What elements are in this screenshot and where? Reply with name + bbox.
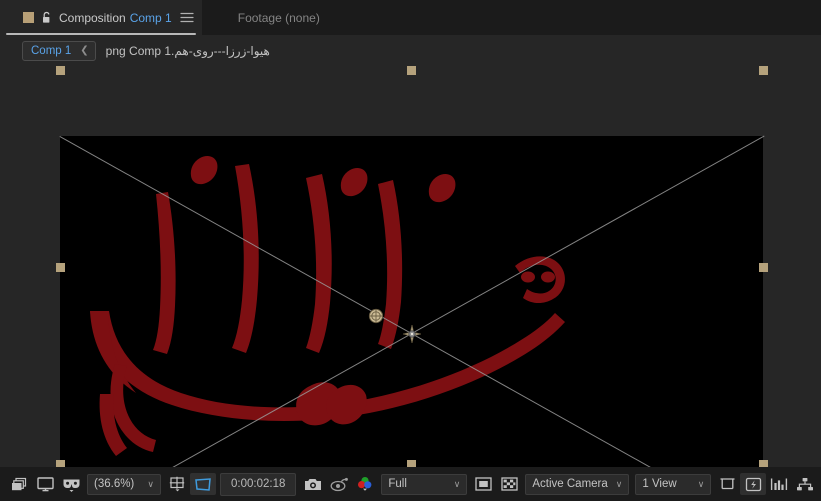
hamburger-menu-icon[interactable] xyxy=(180,12,194,24)
breadcrumb: Comp 1 ❮ هیوا-زرزا---روی-هم.png Comp 1 xyxy=(0,35,821,66)
toggle-mask-paths-icon[interactable] xyxy=(496,473,522,495)
resolution-value: Full xyxy=(388,478,407,490)
breadcrumb-path: هیوا-زرزا---روی-هم.png Comp 1 xyxy=(105,43,270,58)
lock-icon[interactable] xyxy=(41,11,52,25)
chevron-down-icon: ∨ xyxy=(453,478,461,489)
chevron-down-icon: ∨ xyxy=(147,478,154,489)
tab-label: Composition Comp 1 xyxy=(59,11,172,25)
stereo-3d-glasses-icon[interactable] xyxy=(58,473,84,495)
toggle-transparency-grid-icon[interactable] xyxy=(470,473,496,495)
after-effects-composition-panel: close-x-icon CompositionComp 1 Footage (… xyxy=(0,0,821,501)
selection-handle-middle-right[interactable] xyxy=(759,263,768,272)
tab-comp-name: Comp 1 xyxy=(129,10,172,25)
magnification-dropdown[interactable]: (36.6%) ∨ xyxy=(87,473,161,495)
footage-tab-value: (none) xyxy=(285,10,320,25)
view-layout-dropdown[interactable]: 1 View ∨ xyxy=(635,473,712,495)
resolution-dropdown[interactable]: Full ∨ xyxy=(381,473,468,495)
composition-viewer[interactable] xyxy=(0,66,821,467)
anchor-point-icon[interactable] xyxy=(368,308,384,324)
chevron-down-icon: ∨ xyxy=(697,478,705,489)
selection-handle-bottom-left[interactable] xyxy=(56,460,65,467)
selection-handle-top-center[interactable] xyxy=(407,66,416,75)
region-of-interest-icon[interactable] xyxy=(190,473,216,495)
view-layout-value: 1 View xyxy=(642,478,677,490)
show-channel-icon[interactable] xyxy=(352,473,378,495)
toggle-pixel-aspect-correction-icon[interactable] xyxy=(714,473,740,495)
selection-handle-middle-left[interactable] xyxy=(56,263,65,272)
tab-label-text: Composition xyxy=(59,10,126,25)
breadcrumb-chip-label: Comp 1 xyxy=(31,44,72,57)
main-viewer-icon[interactable] xyxy=(32,473,58,495)
comp-flowchart-icon[interactable] xyxy=(792,473,818,495)
magnification-value: (36.6%) xyxy=(94,478,135,490)
comp-canvas[interactable] xyxy=(59,135,765,467)
choose-grid-and-guide-options-icon[interactable] xyxy=(164,473,190,495)
current-time-display[interactable]: 0:00:02:18 xyxy=(220,472,297,496)
timeline-icon[interactable] xyxy=(766,473,792,495)
close-x-icon[interactable]: close-x-icon xyxy=(7,12,19,24)
camera-view-value: Active Camera xyxy=(532,478,608,490)
show-snapshot-icon[interactable] xyxy=(326,473,352,495)
footage-tab[interactable]: Footage (none) xyxy=(238,11,320,25)
artwork-calligraphy xyxy=(90,155,565,456)
composition-color-swatch xyxy=(23,12,34,23)
transform-pin-icon[interactable] xyxy=(403,325,421,343)
selection-diagonal-1 xyxy=(59,136,764,467)
selection-handle-top-left[interactable] xyxy=(56,66,65,75)
footage-tab-label: Footage xyxy=(237,10,282,25)
chevron-left-icon[interactable]: ❮ xyxy=(80,45,88,56)
camera-view-dropdown[interactable]: Active Camera ∨ xyxy=(525,473,630,495)
always-preview-this-view-icon[interactable] xyxy=(6,473,32,495)
selection-handle-bottom-center[interactable] xyxy=(407,460,416,467)
panel-tab-bar: close-x-icon CompositionComp 1 Footage (… xyxy=(0,0,821,35)
chevron-down-icon: ∨ xyxy=(615,478,623,489)
selection-diagonal-2 xyxy=(60,135,765,467)
breadcrumb-chip-comp1[interactable]: Comp 1 ❮ xyxy=(22,40,96,61)
fast-previews-icon[interactable] xyxy=(740,473,767,495)
viewer-bottom-toolbar: (36.6%) ∨ 0:00:02:18 Full ∨ Active Camer… xyxy=(0,467,821,501)
selection-handle-top-right[interactable] xyxy=(759,66,768,75)
take-snapshot-icon[interactable] xyxy=(300,473,326,495)
tab-composition[interactable]: close-x-icon CompositionComp 1 xyxy=(0,0,202,35)
selection-handle-bottom-right[interactable] xyxy=(759,460,768,467)
